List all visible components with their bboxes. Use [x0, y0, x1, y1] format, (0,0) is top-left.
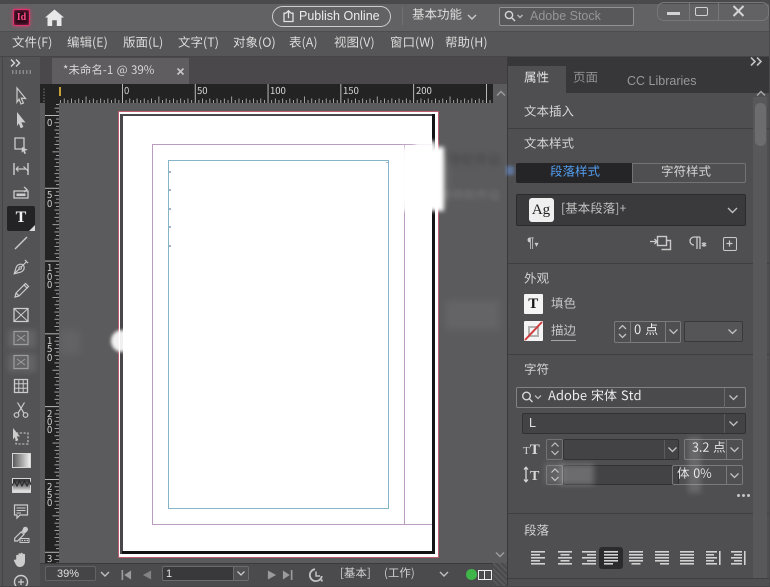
svg-text:T: T: [530, 469, 540, 483]
